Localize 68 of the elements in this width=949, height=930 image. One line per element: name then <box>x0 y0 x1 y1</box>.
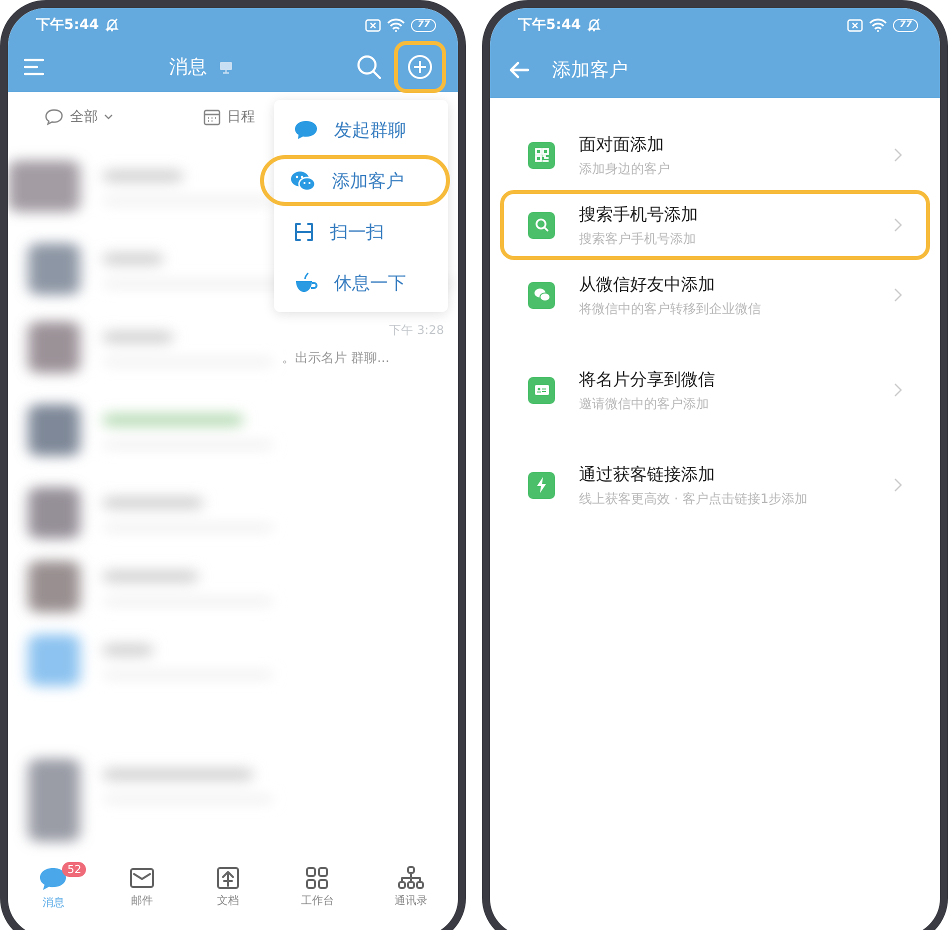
message-preview: 。出示名片 群聊... <box>282 350 390 367</box>
list-item[interactable]: 从微信好友中添加 将微信中的客户转移到企业微信 <box>500 260 930 330</box>
monitor-icon <box>219 60 233 74</box>
item-title: 面对面添加 <box>579 134 665 156</box>
filter-button[interactable]: 全部 <box>44 108 113 126</box>
status-time: 下午5:44 <box>36 16 99 34</box>
menu-item[interactable]: 发起群聊 <box>274 104 448 155</box>
list-item[interactable]: 搜索手机号添加 搜索客户手机号添加 <box>500 190 930 260</box>
message-time: 下午 3:28 <box>389 322 444 339</box>
list-item[interactable]: 通过获客链接添加 线上获客更高效 · 客户点击链接1步添加 <box>500 450 930 520</box>
item-subtitle: 搜索客户手机号添加 <box>579 230 697 248</box>
calendar-icon <box>203 108 221 126</box>
chat-bubble-icon <box>38 866 68 892</box>
chevron-right-icon <box>894 478 902 492</box>
chevron-down-icon <box>104 114 113 120</box>
chevron-right-icon <box>894 383 902 397</box>
tab[interactable]: 消息 52 <box>20 860 86 922</box>
qr-code-icon <box>528 142 555 168</box>
filter-button[interactable]: 日程 <box>203 108 255 126</box>
add-button[interactable] <box>394 41 446 93</box>
wechat-icon <box>290 170 316 192</box>
scan-icon <box>294 222 314 240</box>
coffee-cup-icon <box>294 272 318 294</box>
menu-item[interactable]: 添加客户 <box>260 155 450 206</box>
chat-bubble-icon <box>44 108 64 126</box>
search-icon <box>528 212 555 238</box>
tab[interactable]: 邮件 <box>111 860 174 922</box>
bell-off-icon <box>586 18 601 32</box>
item-title: 搜索手机号添加 <box>579 204 699 226</box>
unread-badge: 52 <box>62 862 86 877</box>
item-subtitle: 邀请微信中的客户添加 <box>579 396 710 412</box>
org-chart-icon <box>397 866 426 890</box>
back-arrow-icon[interactable] <box>508 61 530 79</box>
screen-title: 消息 <box>169 55 207 80</box>
plus-circle-icon <box>407 54 433 80</box>
search-icon[interactable] <box>356 54 382 80</box>
screen-title: 添加客户 <box>552 58 628 83</box>
envelope-icon <box>129 866 156 890</box>
item-subtitle: 添加身边的客户 <box>579 160 671 178</box>
chevron-right-icon <box>894 218 902 232</box>
item-subtitle: 线上获客更高效 · 客户点击链接1步添加 <box>579 490 809 508</box>
battery-level: 77 <box>411 18 436 32</box>
status-time: 下午5:44 <box>518 16 581 34</box>
id-card-icon <box>528 376 555 404</box>
menu-icon[interactable] <box>24 58 46 76</box>
list-item[interactable]: 将名片分享到微信 邀请微信中的客户添加 <box>500 355 930 425</box>
battery-level: 77 <box>893 18 918 32</box>
item-subtitle: 将微信中的客户转移到企业微信 <box>579 300 762 318</box>
item-title: 将名片分享到微信 <box>579 368 716 390</box>
chevron-right-icon <box>894 288 902 302</box>
menu-item[interactable]: 扫一扫 <box>274 206 448 257</box>
item-title: 从微信好友中添加 <box>579 274 716 296</box>
sim-card-icon <box>847 18 864 32</box>
item-title: 通过获客链接添加 <box>579 464 716 486</box>
wechat-icon <box>528 282 555 308</box>
tab[interactable]: 文档 <box>198 860 258 922</box>
sim-card-icon <box>365 18 382 32</box>
bell-off-icon <box>104 18 119 32</box>
tab[interactable]: 工作台 <box>282 860 352 922</box>
chevron-right-icon <box>894 148 902 162</box>
list-item[interactable]: 面对面添加 添加身边的客户 <box>500 120 930 190</box>
tab[interactable]: 通讯录 <box>376 860 446 922</box>
menu-item[interactable]: 休息一下 <box>274 257 448 308</box>
wifi-icon <box>869 18 888 32</box>
wifi-icon <box>387 18 406 32</box>
lightning-icon <box>528 472 555 498</box>
grid-icon <box>305 866 330 890</box>
chat-bubble-icon <box>294 120 318 140</box>
